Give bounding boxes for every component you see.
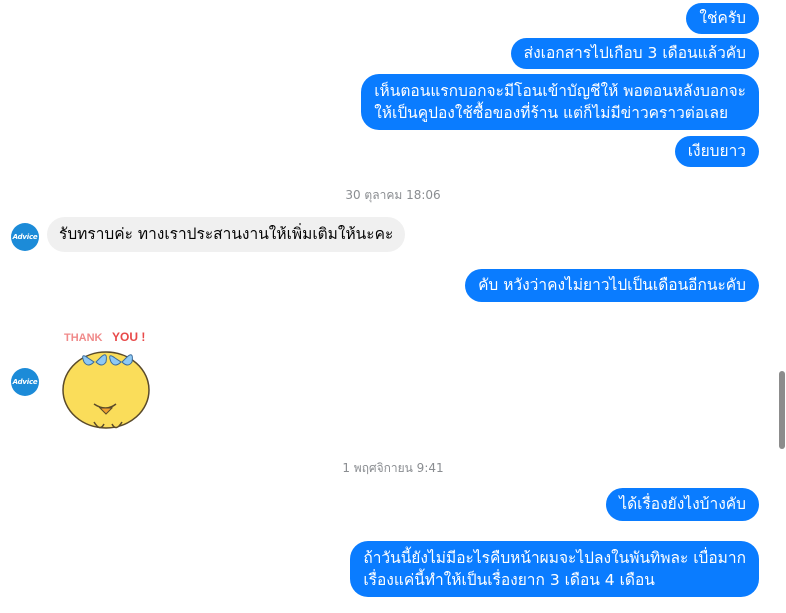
- message-bubble-outgoing[interactable]: ส่งเอกสารไปเกือบ 3 เดือนแล้วคับ: [510, 38, 759, 69]
- message-text: ใช่ครับ: [699, 9, 746, 27]
- sticker-thank-text: THANK: [64, 332, 103, 344]
- message-text: ถ้าวันนี้ยังไม่มีอะไรคืบหน้าผมจะไปลงในพั…: [363, 549, 746, 567]
- message-bubble-outgoing[interactable]: เงียบยาว: [674, 136, 759, 167]
- message-text: เห็นตอนแรกบอกจะมีโอนเข้าบัญชีให้ พอตอนหล…: [374, 82, 746, 100]
- avatar[interactable]: Advice: [11, 223, 39, 251]
- message-text: ได้เรื่องยังไงบ้างคับ: [619, 495, 746, 513]
- message-text: เงียบยาว: [687, 142, 746, 160]
- message-text: ให้เป็นคูปองใช้ซื้อของที่ร้าน แต่ก็ไม่มี…: [374, 104, 729, 122]
- thank-you-sticker[interactable]: THANK YOU !: [60, 326, 160, 436]
- message-bubble-incoming[interactable]: รับทราบค่ะ ทางเราประสานงานให้เพิ่มเติมให…: [47, 217, 406, 252]
- message-text: คับ หวังว่าคงไม่ยาวไปเป็นเดือนอีกนะคับ: [478, 276, 746, 294]
- avatar-label: Advice: [12, 233, 38, 241]
- scrollbar-track[interactable]: [776, 0, 786, 613]
- timestamp: 1 พฤศจิกายน 9:41: [342, 461, 444, 475]
- sticker-you-text: YOU !: [112, 330, 145, 344]
- message-bubble-outgoing[interactable]: ใช่ครับ: [686, 3, 759, 34]
- message-bubble-outgoing[interactable]: เห็นตอนแรกบอกจะมีโอนเข้าบัญชีให้ พอตอนหล…: [361, 74, 759, 130]
- avatar-label: Advice: [12, 378, 38, 386]
- message-bubble-outgoing[interactable]: คับ หวังว่าคงไม่ยาวไปเป็นเดือนอีกนะคับ: [465, 269, 759, 302]
- message-text: ส่งเอกสารไปเกือบ 3 เดือนแล้วคับ: [523, 44, 746, 62]
- scrollbar-thumb[interactable]: [779, 371, 785, 449]
- message-text: รับทราบค่ะ ทางเราประสานงานให้เพิ่มเติมให…: [59, 225, 394, 243]
- message-bubble-outgoing[interactable]: ถ้าวันนี้ยังไม่มีอะไรคืบหน้าผมจะไปลงในพั…: [350, 541, 759, 597]
- timestamp: 30 ตุลาคม 18:06: [345, 188, 441, 202]
- message-bubble-outgoing[interactable]: ได้เรื่องยังไงบ้างคับ: [606, 488, 759, 521]
- avatar[interactable]: Advice: [11, 368, 39, 396]
- message-text: เรื่องแค่นี้ทำให้เป็นเรื่องยาก 3 เดือน 4…: [363, 571, 655, 589]
